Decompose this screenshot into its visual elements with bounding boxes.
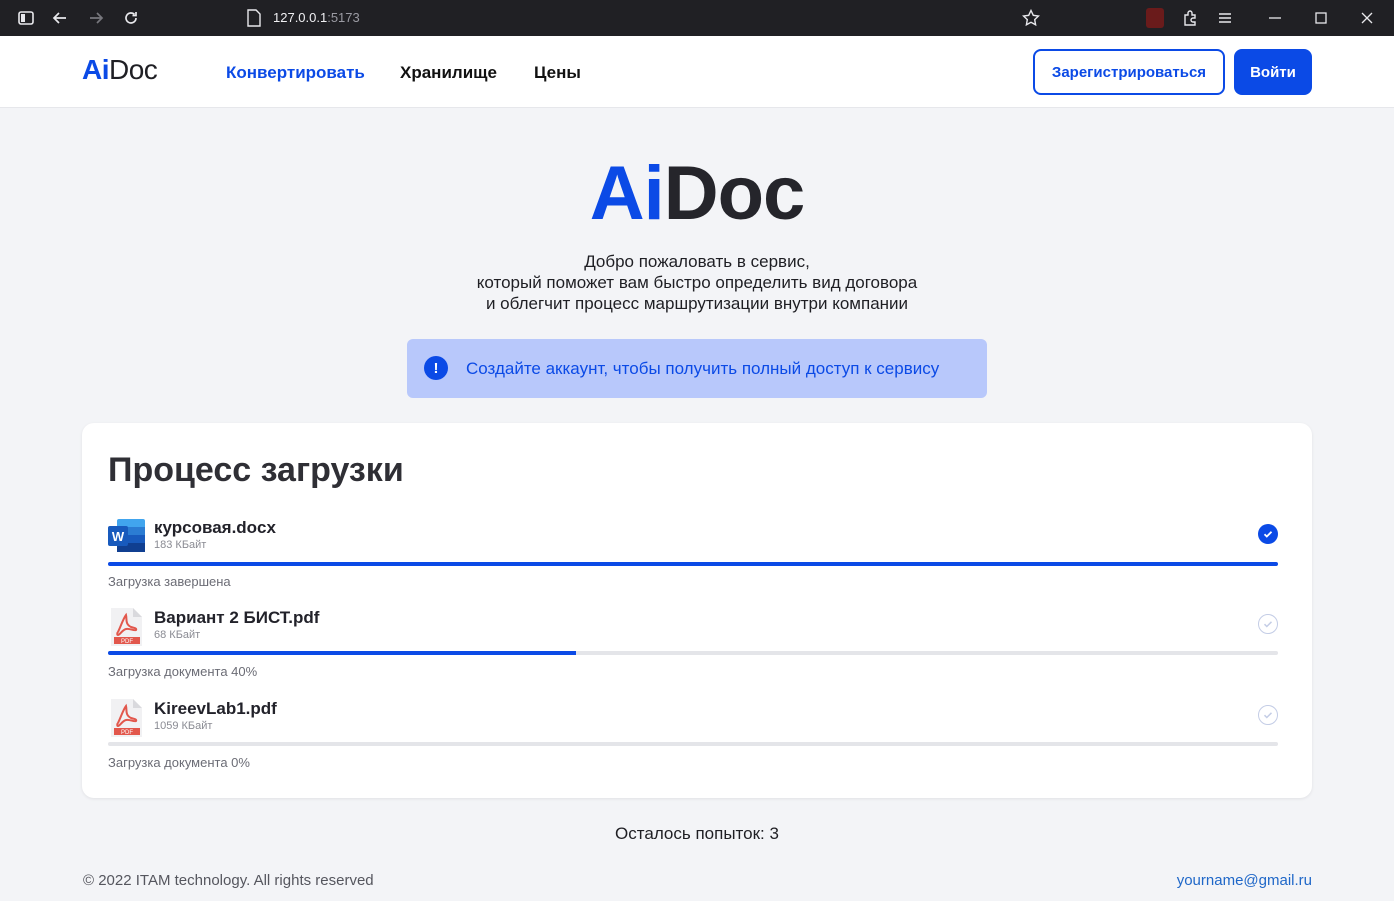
check-done-icon: [1258, 524, 1278, 544]
progress-fill: [108, 562, 1278, 566]
url-host: 127.0.0.1: [273, 10, 328, 25]
hero-line: который поможет вам быстро определить ви…: [476, 273, 918, 292]
pdf-file-icon: PDF: [108, 699, 146, 737]
logo-doc: Doc: [109, 54, 158, 85]
pdf-file-icon: PDF: [108, 608, 146, 646]
alert-text: Создайте аккаунт, чтобы получить полный …: [466, 359, 940, 378]
hero-logo-doc: Doc: [663, 151, 806, 236]
close-icon[interactable]: [1357, 8, 1377, 28]
upload-progress-bar: [108, 562, 1278, 566]
forward-icon[interactable]: [86, 8, 106, 28]
upload-card: Процесс загрузки W курсовая.docx 183 КБа…: [82, 423, 1312, 798]
page-icon: [247, 9, 261, 27]
hero-logo-ai: Ai: [589, 151, 665, 236]
file-size: 1059 КБайт: [154, 720, 213, 732]
upload-progress-bar: [108, 742, 1278, 746]
extensions-puzzle-icon[interactable]: [1180, 8, 1200, 28]
maximize-icon[interactable]: [1311, 8, 1331, 28]
hero-logo: AiDoc: [0, 150, 1394, 237]
nav-prices[interactable]: Цены: [534, 63, 581, 83]
url-port: :5173: [327, 10, 360, 25]
upload-status: Загрузка документа 40%: [108, 664, 258, 679]
progress-fill: [108, 651, 576, 655]
sidebar-toggle-icon[interactable]: [16, 8, 36, 28]
upload-progress-bar: [108, 651, 1278, 655]
upload-file-item: W курсовая.docx 183 КБайт Загрузка завер…: [108, 518, 1278, 598]
file-size: 68 КБайт: [154, 629, 201, 641]
minimize-icon[interactable]: [1265, 8, 1285, 28]
login-button[interactable]: Войти: [1234, 49, 1312, 95]
upload-status: Загрузка документа 0%: [108, 755, 250, 770]
nav-convert[interactable]: Конвертировать: [226, 63, 365, 83]
register-button[interactable]: Зарегистрироваться: [1033, 49, 1225, 95]
svg-text:PDF: PDF: [121, 639, 133, 645]
nav-storage[interactable]: Хранилище: [400, 63, 497, 83]
bookmark-star-icon[interactable]: [1021, 8, 1041, 28]
upload-status: Загрузка завершена: [108, 574, 231, 589]
file-name: Вариант 2 БИСТ.pdf: [154, 608, 320, 627]
check-pending-icon: [1258, 705, 1278, 725]
file-size: 183 КБайт: [154, 539, 207, 551]
attempts-remaining: Осталось попыток: 3: [615, 824, 779, 843]
check-pending-icon: [1258, 614, 1278, 634]
header-logo[interactable]: AiDoc: [82, 54, 158, 86]
browser-toolbar: 127.0.0.1:5173: [0, 0, 1394, 36]
signup-alert: ! Создайте аккаунт, чтобы получить полны…: [407, 339, 987, 398]
word-file-icon: W: [108, 518, 146, 554]
hero-line: Добро пожаловать в сервис,: [584, 252, 810, 271]
exclamation-icon: !: [424, 356, 448, 380]
url-bar[interactable]: 127.0.0.1:5173: [273, 10, 360, 25]
footer-copyright: © 2022 ITAM technology. All rights reser…: [83, 872, 374, 889]
menu-icon[interactable]: [1215, 8, 1235, 28]
footer-email-link[interactable]: yourname@gmail.ru: [1177, 872, 1312, 889]
site-header: AiDoc Конвертировать Хранилище Цены Заре…: [0, 36, 1394, 108]
upload-file-item: PDF Вариант 2 БИСТ.pdf 68 КБайт Загрузка…: [108, 608, 1278, 688]
reload-icon[interactable]: [121, 8, 141, 28]
logo-ai: Ai: [82, 54, 110, 85]
hero-line: и облегчит процесс маршрутизации внутри …: [485, 294, 909, 313]
hero-description: Добро пожаловать в сервис, который помож…: [0, 251, 1394, 314]
file-name: курсовая.docx: [154, 518, 276, 537]
svg-text:PDF: PDF: [121, 730, 133, 736]
upload-title: Процесс загрузки: [108, 451, 404, 489]
file-name: KireevLab1.pdf: [154, 699, 277, 718]
svg-text:W: W: [112, 529, 125, 544]
extension-icon[interactable]: [1146, 8, 1164, 28]
upload-file-item: PDF KireevLab1.pdf 1059 КБайт Загрузка д…: [108, 699, 1278, 779]
back-icon[interactable]: [50, 8, 70, 28]
